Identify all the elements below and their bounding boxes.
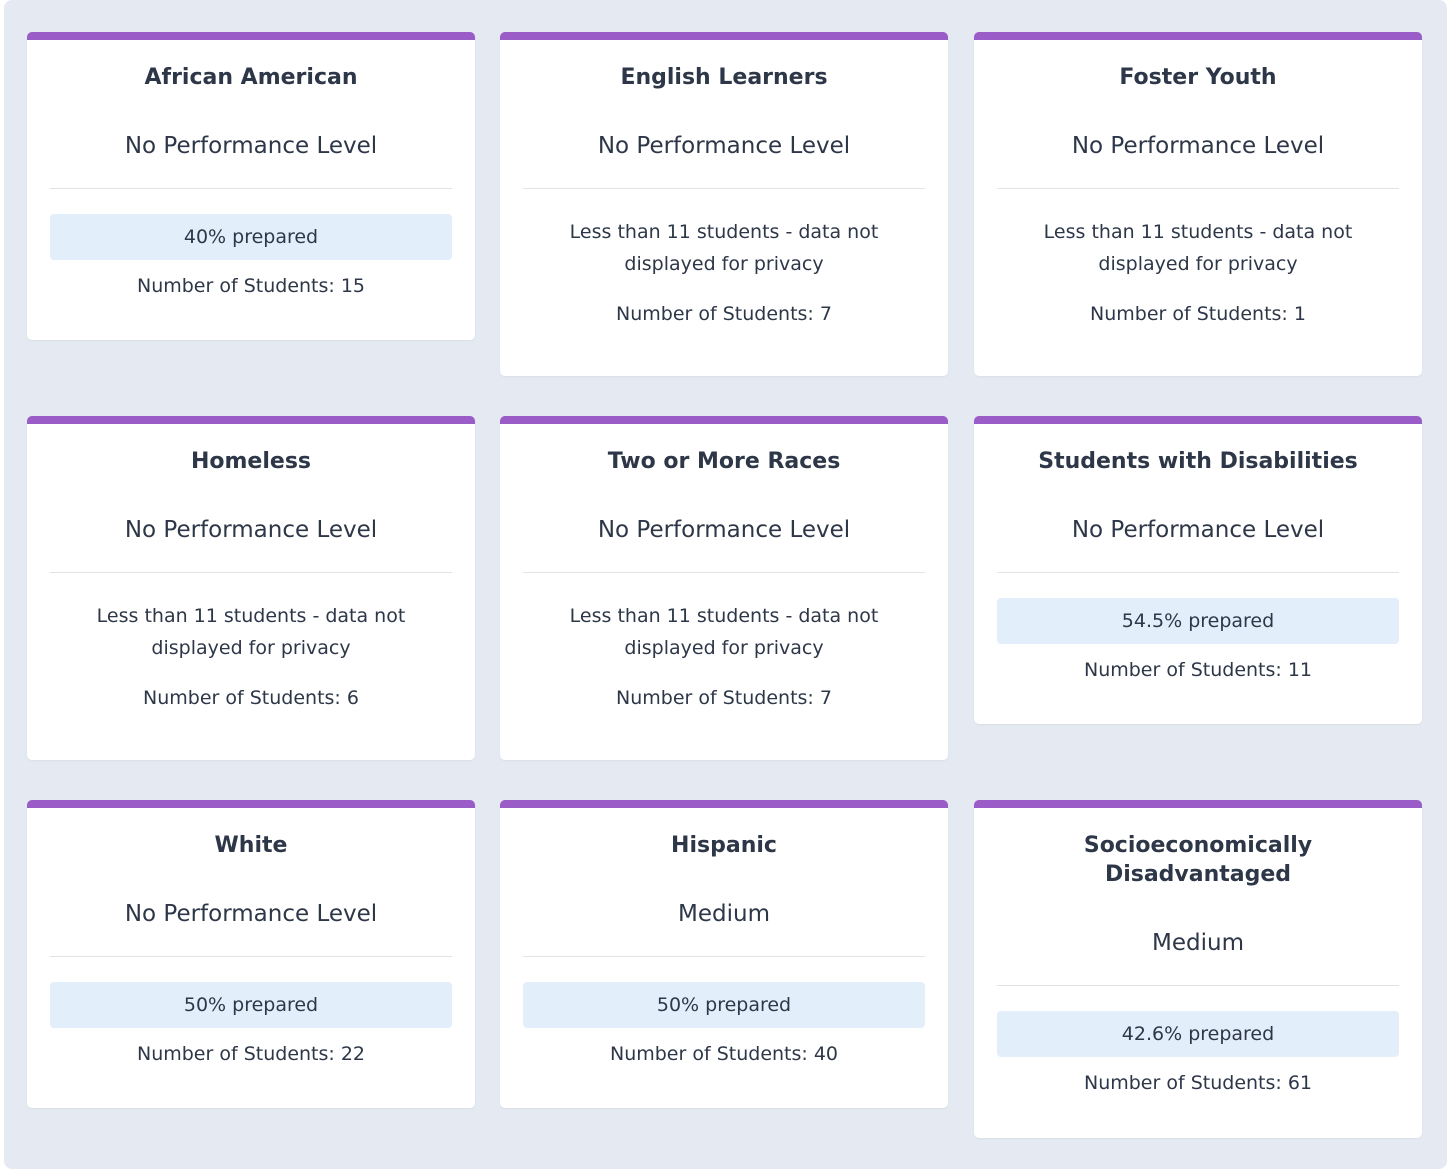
divider [50,188,452,189]
performance-level: No Performance Level [1071,133,1325,159]
performance-level: Medium [1152,930,1244,956]
student-count: Number of Students: 15 [136,275,366,297]
group-title: Two or More Races [607,449,841,474]
student-count: Number of Students: 22 [136,1043,366,1065]
group-card-homeless: Homeless No Performance Level Less than … [27,416,475,760]
performance-level: No Performance Level [124,133,378,159]
group-card-african-american: African American No Performance Level 40… [27,32,475,340]
performance-level: No Performance Level [597,517,851,543]
divider [523,188,925,189]
divider [523,572,925,573]
group-title: Socioeconomically Disadvantaged [1083,833,1313,887]
group-card-students-with-disabilities: Students with Disabilities No Performanc… [974,416,1422,724]
performance-level: No Performance Level [124,901,378,927]
prepared-badge: 50% prepared [50,982,452,1028]
student-count: Number of Students: 7 [616,687,832,709]
group-card-hispanic: Hispanic Medium 50% prepared Number of S… [500,800,948,1108]
divider [50,572,452,573]
group-card-two-or-more-races: Two or More Races No Performance Level L… [500,416,948,760]
prepared-badge: 50% prepared [523,982,925,1028]
group-title: White [214,833,288,858]
student-groups-panel: African American No Performance Level 40… [4,0,1447,1169]
group-title: African American [144,65,358,90]
privacy-notice: Less than 11 students - data not display… [569,605,879,659]
prepared-badge: 54.5% prepared [997,598,1399,644]
student-count: Number of Students: 61 [1083,1072,1313,1094]
privacy-notice: Less than 11 students - data not display… [96,605,406,659]
student-count: Number of Students: 11 [1083,659,1313,681]
group-title: Students with Disabilities [1038,449,1358,474]
performance-level: Medium [678,901,770,927]
prepared-badge: 40% prepared [50,214,452,260]
prepared-badge: 42.6% prepared [997,1011,1399,1057]
group-title: Foster Youth [1119,65,1277,90]
divider [523,956,925,957]
group-card-white: White No Performance Level 50% prepared … [27,800,475,1108]
divider [997,188,1399,189]
student-count: Number of Students: 40 [609,1043,839,1065]
performance-level: No Performance Level [1071,517,1325,543]
student-count: Number of Students: 6 [143,687,359,709]
group-title: Hispanic [671,833,777,858]
group-card-foster-youth: Foster Youth No Performance Level Less t… [974,32,1422,376]
privacy-notice: Less than 11 students - data not display… [1043,221,1353,275]
group-card-english-learners: English Learners No Performance Level Le… [500,32,948,376]
divider [997,572,1399,573]
performance-level: No Performance Level [124,517,378,543]
performance-level: No Performance Level [597,133,851,159]
divider [50,956,452,957]
group-title: Homeless [190,449,312,474]
group-title: English Learners [620,65,828,90]
student-count: Number of Students: 1 [1090,303,1306,325]
student-count: Number of Students: 7 [616,303,832,325]
group-card-socioeconomically-disadvantaged: Socioeconomically Disadvantaged Medium 4… [974,800,1422,1138]
divider [997,985,1399,986]
privacy-notice: Less than 11 students - data not display… [569,221,879,275]
